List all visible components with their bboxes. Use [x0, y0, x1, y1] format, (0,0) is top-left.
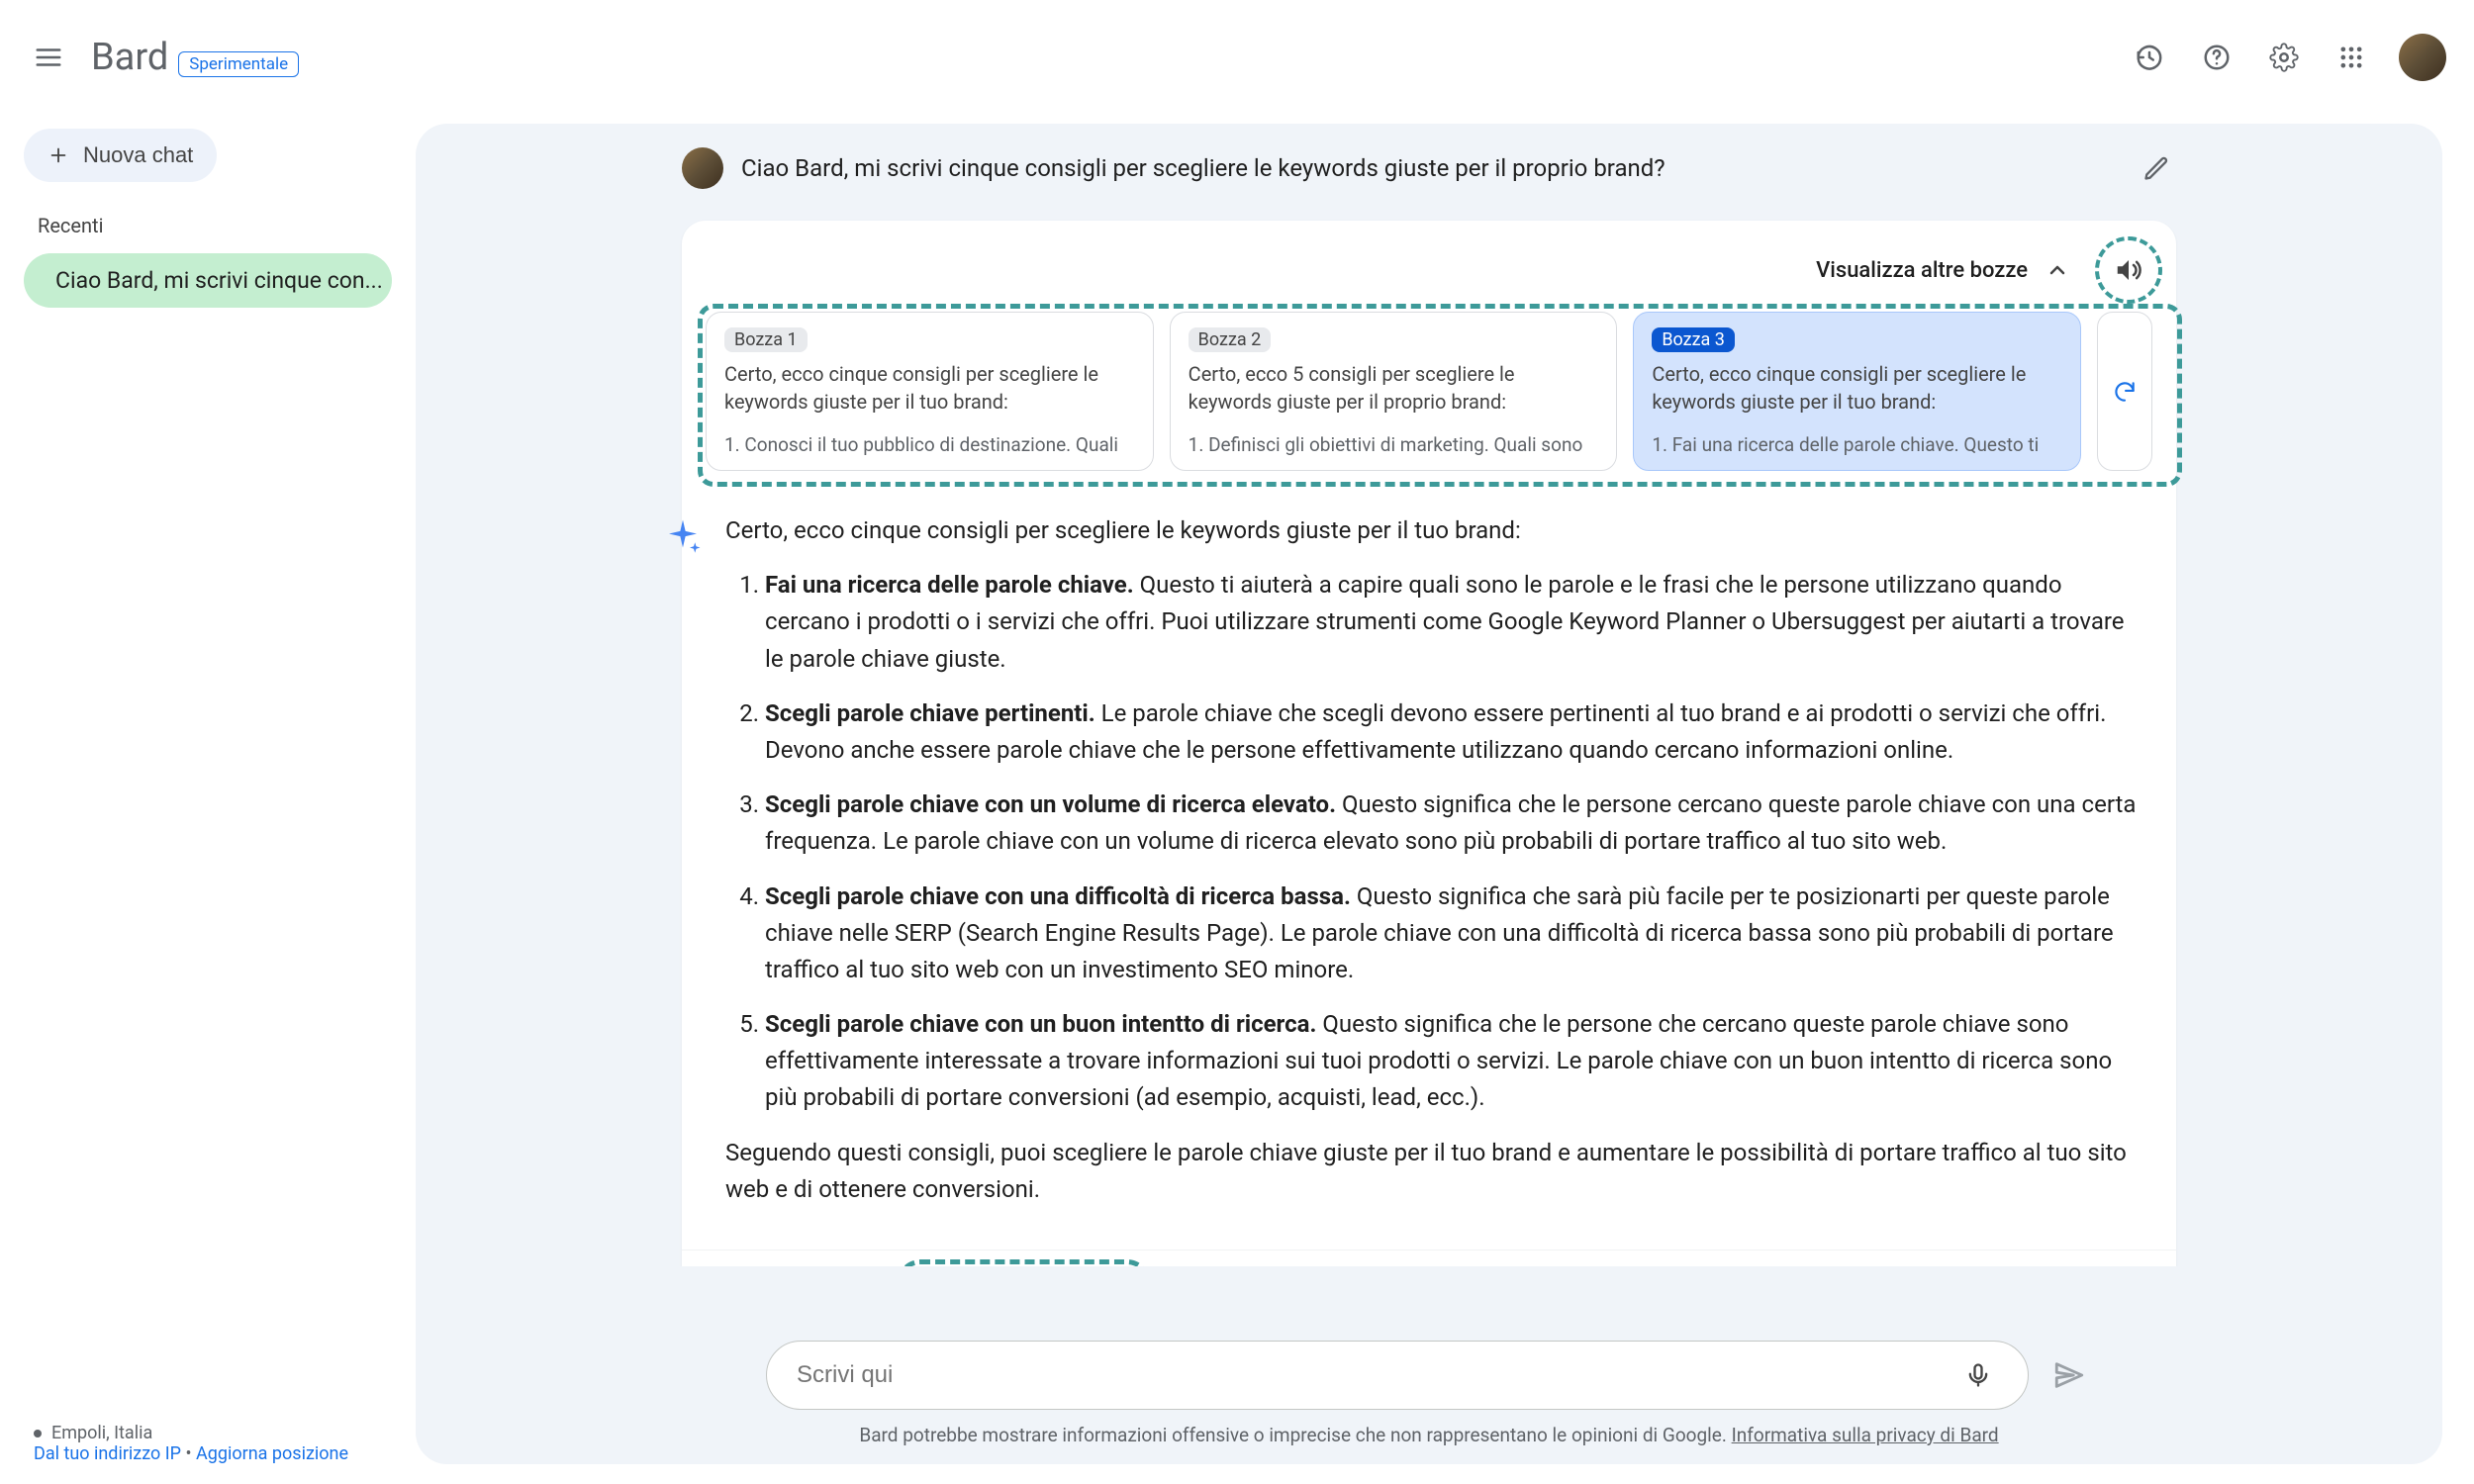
apps-icon[interactable] — [2331, 38, 2371, 77]
new-chat-label: Nuova chat — [83, 142, 193, 168]
response-point: Scegli parole chiave pertinenti. Le paro… — [765, 696, 2148, 769]
user-avatar — [682, 147, 723, 189]
send-button[interactable] — [2046, 1352, 2092, 1398]
plus-icon — [48, 144, 69, 166]
history-icon[interactable] — [2130, 38, 2169, 77]
response-point: Fai una ricerca delle parole chiave. Que… — [765, 567, 2148, 678]
response-point: Scegli parole chiave con un volume di ri… — [765, 787, 2148, 860]
response-intro: Certo, ecco cinque consigli per sceglier… — [725, 512, 2148, 549]
logo: Bard Sperimentale — [91, 36, 299, 79]
google-highlight — [897, 1259, 1151, 1266]
drafts-toggle[interactable]: Visualizza altre bozze — [1816, 258, 2028, 283]
sidebar-chat-item[interactable]: Ciao Bard, mi scrivi cinque con... — [24, 253, 392, 308]
chevron-up-icon[interactable] — [2044, 256, 2071, 284]
experimental-badge: Sperimentale — [178, 51, 299, 77]
disclaimer: Bard potrebbe mostrare informazioni offe… — [445, 1424, 2413, 1446]
recents-heading: Recenti — [38, 214, 392, 237]
update-location-link[interactable]: Aggiorna posizione — [196, 1443, 348, 1464]
draft-more: 1. Conosci il tuo pubblico di destinazio… — [724, 433, 1135, 456]
draft-more: 1. Definisci gli obiettivi di marketing.… — [1189, 433, 1599, 456]
help-icon[interactable] — [2197, 38, 2236, 77]
location-footer: Empoli, Italia Dal tuo indirizzo IP • Ag… — [34, 1423, 348, 1464]
response-point: Scegli parole chiave con un buon intentt… — [765, 1006, 2148, 1117]
draft-badge: Bozza 2 — [1189, 327, 1272, 352]
bard-spark-icon — [662, 516, 704, 558]
mic-icon[interactable] — [1958, 1355, 1998, 1395]
draft-more: 1. Fai una ricerca delle parole chiave. … — [1652, 433, 2062, 456]
edit-prompt-button[interactable] — [2137, 148, 2176, 188]
draft-preview: Certo, ecco cinque consigli per sceglier… — [724, 360, 1135, 416]
response-outro: Seguendo questi consigli, puoi scegliere… — [725, 1135, 2148, 1208]
draft-badge: Bozza 3 — [1652, 327, 1735, 352]
draft-card-1[interactable]: Bozza 1 Certo, ecco cinque consigli per … — [706, 312, 1154, 471]
prompt-input[interactable] — [797, 1361, 1958, 1389]
response-point: Scegli parole chiave con una difficoltà … — [765, 879, 2148, 989]
draft-preview: Certo, ecco 5 consigli per scegliere le … — [1189, 360, 1599, 416]
draft-card-2[interactable]: Bozza 2 Certo, ecco 5 consigli per scegl… — [1170, 312, 1618, 471]
menu-icon[interactable] — [28, 37, 69, 78]
prompt-input-container[interactable] — [766, 1341, 2029, 1410]
draft-card-3[interactable]: Bozza 3 Certo, ecco cinque consigli per … — [1633, 312, 2081, 471]
privacy-link[interactable]: Informativa sulla privacy di Bard — [1732, 1424, 1999, 1446]
draft-badge: Bozza 1 — [724, 327, 808, 352]
settings-icon[interactable] — [2264, 38, 2304, 77]
avatar[interactable] — [2399, 34, 2446, 81]
user-prompt: Ciao Bard, mi scrivi cinque consigli per… — [741, 154, 2119, 182]
ip-link[interactable]: Dal tuo indirizzo IP — [34, 1443, 181, 1464]
new-chat-button[interactable]: Nuova chat — [24, 129, 217, 182]
regenerate-button[interactable] — [2097, 312, 2152, 471]
sidebar-chat-label: Ciao Bard, mi scrivi cinque con... — [55, 267, 383, 294]
speaker-button[interactable] — [2105, 246, 2152, 294]
draft-preview: Certo, ecco cinque consigli per sceglier… — [1652, 360, 2062, 416]
